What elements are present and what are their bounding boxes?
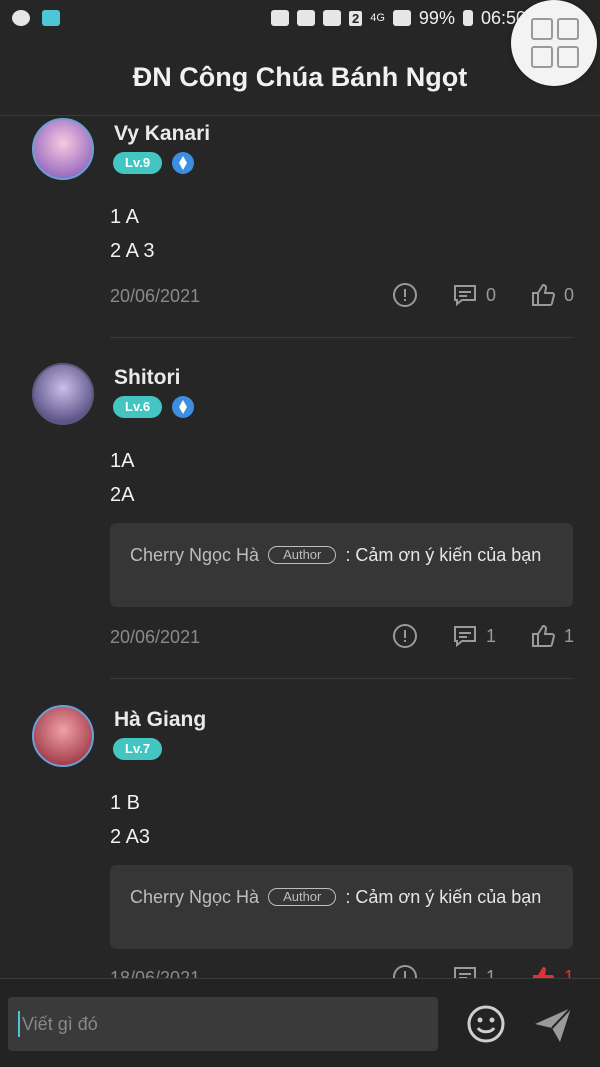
app-notification-icon [42,10,60,26]
network-type: 4G [370,12,385,24]
level-badge: Lv.6 [113,396,163,418]
comment-line: 1 A [110,206,139,228]
like-count: 1 [564,625,575,646]
report-button[interactable] [392,282,418,308]
like-count: 0 [564,284,575,305]
reply-author[interactable]: Cherry Ngọc Hà [130,545,259,565]
comment-line: 1A [110,450,135,472]
avatar[interactable] [32,118,94,180]
reply-separator: : [345,887,351,907]
comment-line: 2 A 3 [110,240,155,262]
reply-count: 0 [486,284,497,305]
report-button[interactable] [392,623,418,649]
divider [110,678,573,679]
like-button[interactable]: 0 [530,282,574,308]
comment-date: 20/06/2021 [110,286,201,306]
header: ĐN Công Chúa Bánh Ngọt ✕ [0,36,600,116]
author-tag: Author [268,546,337,564]
comment-input[interactable]: Viết gì đó [8,997,438,1051]
battery-icon [462,10,473,26]
avatar[interactable] [32,363,94,425]
chat-notification-icon [12,10,30,26]
comment-icon [454,967,476,978]
comment-date: 20/06/2021 [110,627,201,647]
thumbs-up-filled-icon [533,967,554,978]
level-badge: Lv.9 [113,152,163,174]
comment-line: 2 A3 [110,826,151,848]
comment-composer: Viết gì đó [0,978,600,1067]
reply-author[interactable]: Cherry Ngọc Hà [130,887,259,907]
author-reply: Cherry Ngọc Hà Author : Cảm ơn ý kiến củ… [110,865,573,949]
comment-feed[interactable]: Vy Kanari Lv.9 1 A 2 A 3 20/06/2021 0 0 … [0,116,600,978]
report-icon [393,965,417,978]
author-reply: Cherry Ngọc Hà Author : Cảm ơn ý kiến củ… [110,523,573,607]
thumbs-up-icon [532,624,556,647]
like-button[interactable]: 1 [530,623,574,649]
author-tag: Author [268,888,337,906]
reply-count: 1 [486,625,497,646]
battery-percent: 99% [418,7,455,28]
report-icon [393,624,417,648]
report-button[interactable] [392,964,418,978]
verified-icon [172,396,194,418]
comment-username[interactable]: Vy Kanari [114,122,210,146]
emoji-icon[interactable] [466,1004,506,1044]
thumbs-up-icon [532,283,556,306]
status-bar: 2 4G 99% 06:50 [0,0,600,36]
send-icon[interactable] [532,1004,574,1046]
sim-indicator: 2 [349,10,363,26]
reply-text: Cảm ơn ý kiến của bạn [355,887,542,907]
mute-icon [323,10,341,26]
divider [110,337,573,338]
input-placeholder: Viết gì đó [22,1013,98,1034]
like-button[interactable]: 1 [530,964,574,978]
comment-icon [454,626,476,648]
reply-text: Cảm ơn ý kiến của bạn [355,545,542,565]
recycle-icon [271,10,289,26]
level-badge: Lv.7 [113,738,163,760]
verified-icon [172,152,194,174]
reply-button[interactable]: 1 [452,964,496,978]
comment-date: 18/06/2021 [110,968,201,978]
report-icon [393,283,417,307]
avatar[interactable] [32,705,94,767]
signal-icon [392,10,411,26]
comment-icon [454,285,476,307]
comment-line: 2A [110,484,135,506]
reply-button[interactable]: 1 [452,623,496,649]
cast-icon [297,10,315,26]
reply-separator: : [345,545,351,565]
comment-line: 1 B [110,792,141,814]
comment-username[interactable]: Hà Giang [114,708,206,732]
like-count: 1 [564,966,575,979]
text-caret [18,1011,20,1037]
reply-count: 1 [486,966,497,979]
grid-icon [531,18,579,68]
page-title: ĐN Công Chúa Bánh Ngọt [132,62,468,92]
reply-button[interactable]: 0 [452,282,496,308]
comment-username[interactable]: Shitori [114,366,181,390]
floating-menu-button[interactable] [511,0,597,86]
